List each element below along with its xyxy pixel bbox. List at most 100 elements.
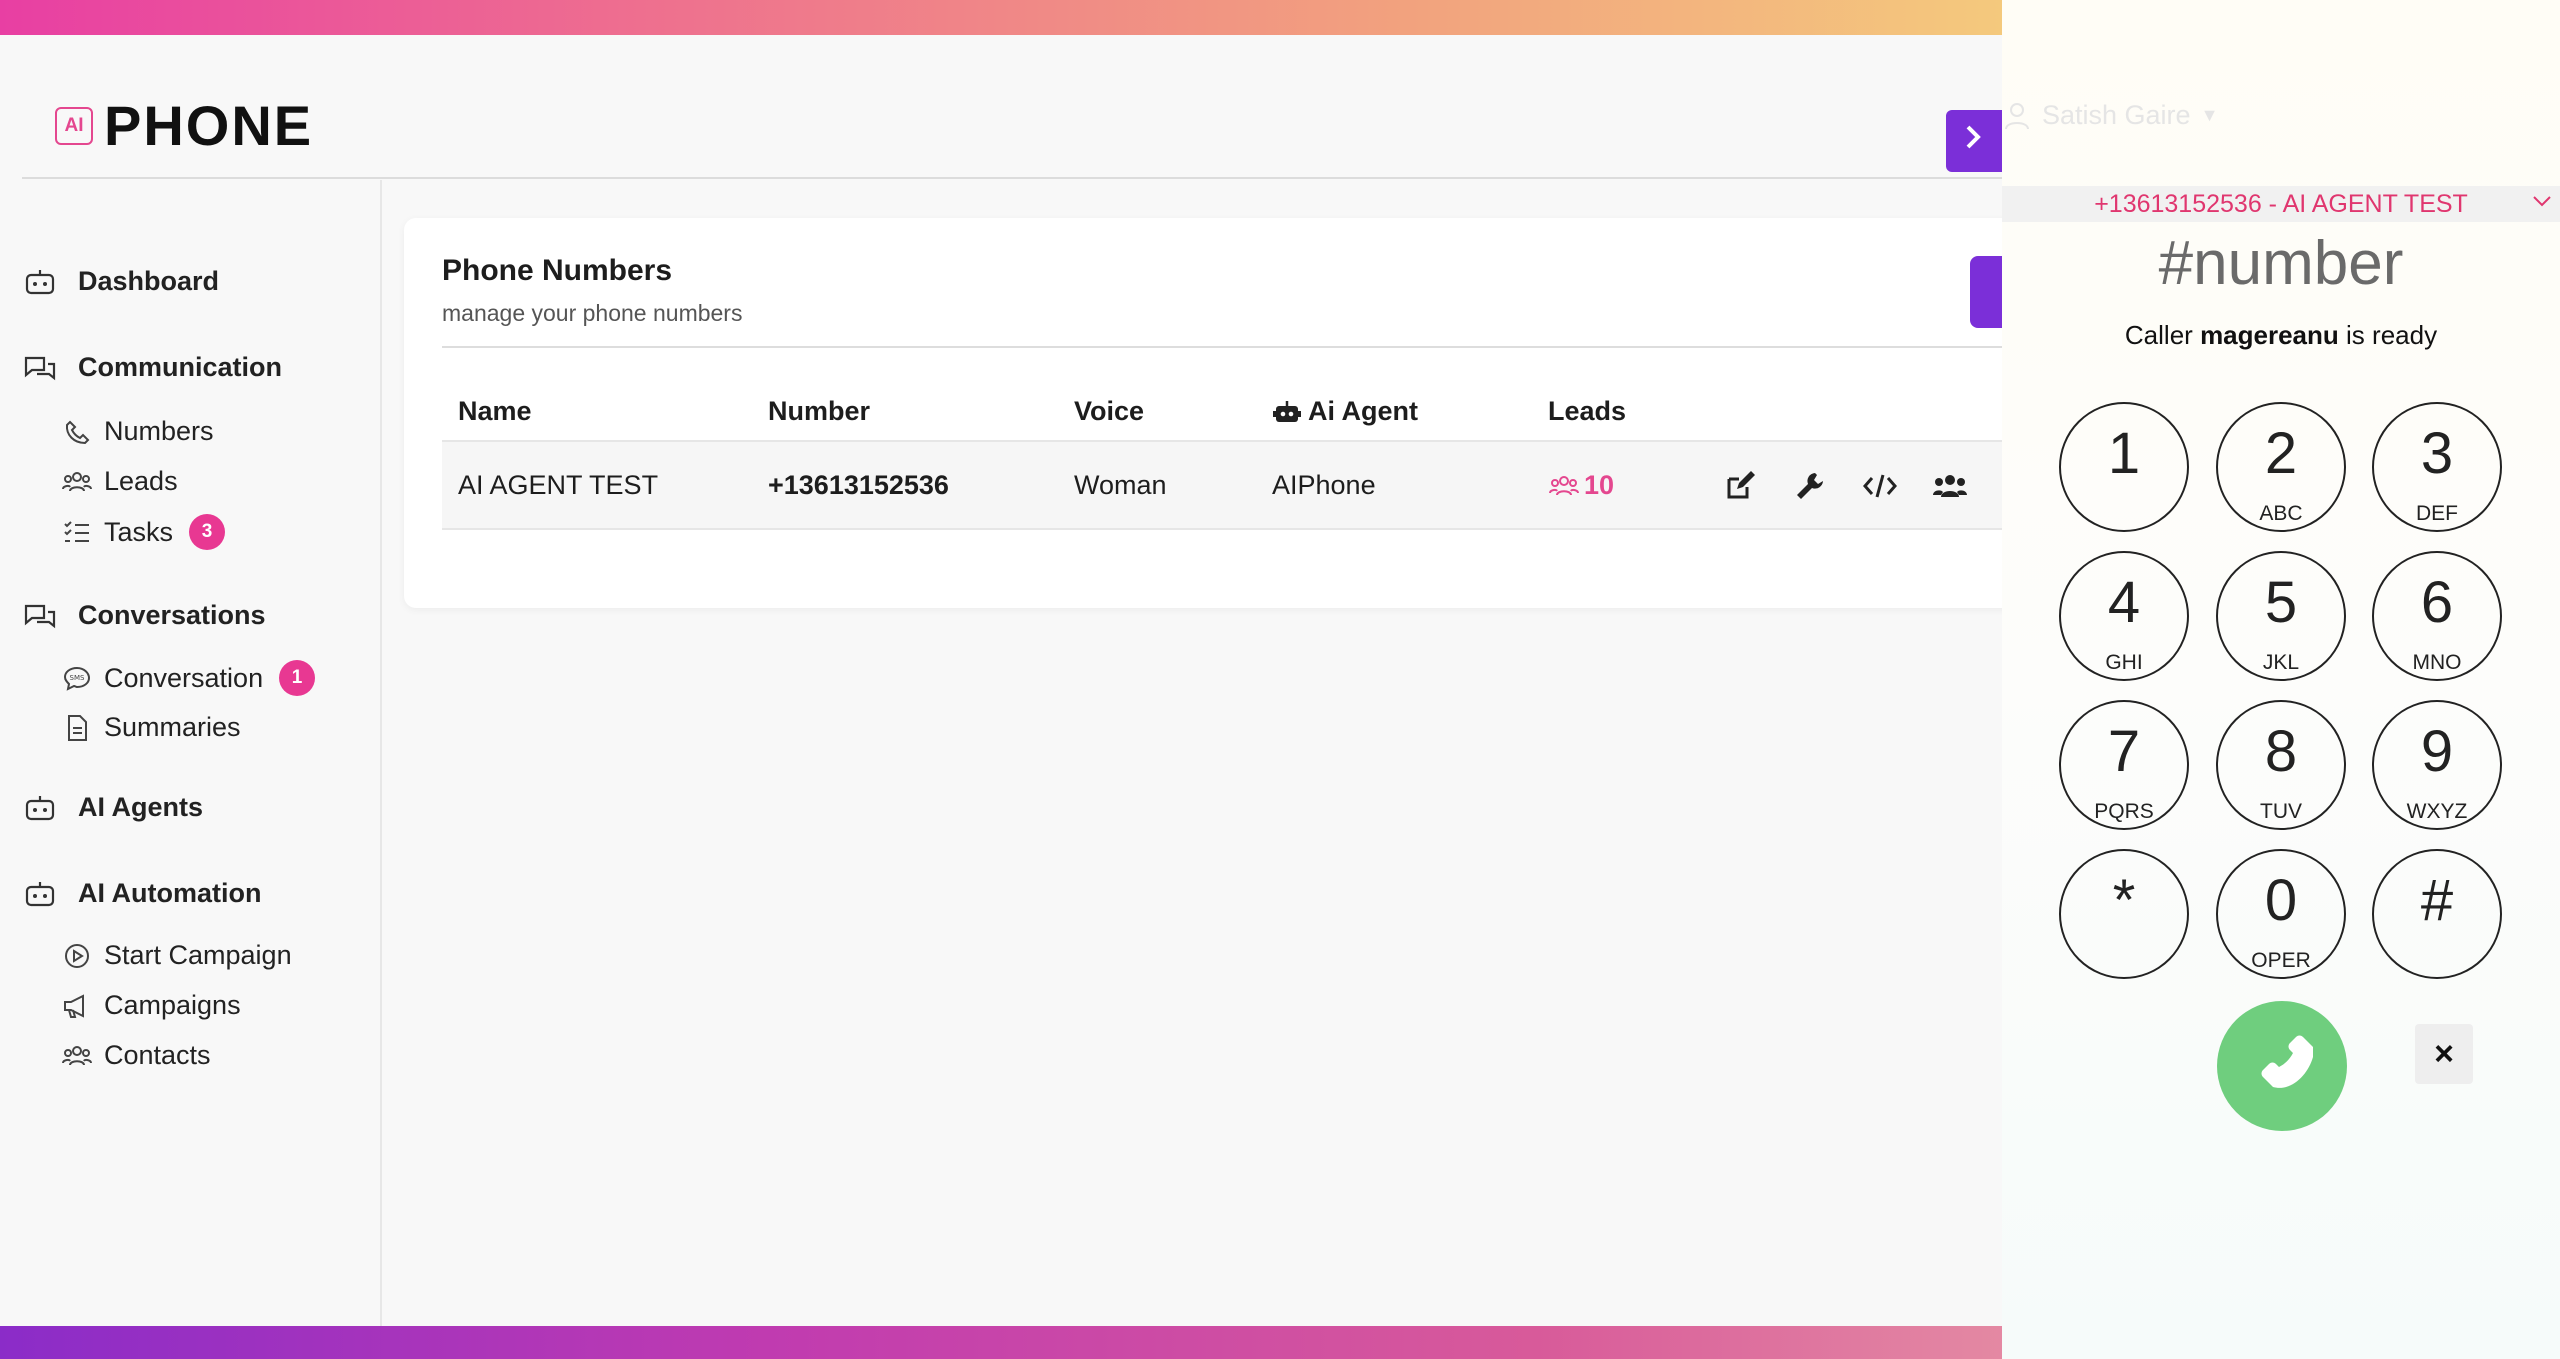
caller-name: magereanu — [2200, 320, 2339, 350]
add-number-button[interactable] — [1970, 256, 2002, 328]
key-5[interactable]: 5 JKL — [2216, 551, 2346, 681]
key-digit: 2 — [2264, 421, 2298, 486]
cell-name: AI AGENT TEST — [458, 470, 659, 500]
sidebar-item-campaigns[interactable]: Campaigns — [62, 990, 241, 1021]
users-icon — [1548, 474, 1580, 498]
column-header-ai-agent[interactable]: Ai Agent — [1272, 396, 1418, 427]
sidebar-item-ai-agents[interactable]: AI Agents — [22, 792, 203, 823]
sidebar-label: Campaigns — [104, 990, 241, 1020]
key-digit: 9 — [2420, 719, 2454, 784]
column-header-number[interactable]: Number — [768, 396, 870, 427]
key-8[interactable]: 8 TUV — [2216, 700, 2346, 830]
sidebar-item-leads[interactable]: Leads — [62, 466, 178, 497]
chat-icon — [22, 354, 58, 382]
column-header-label: Ai Agent — [1308, 396, 1418, 426]
robot-icon — [1272, 399, 1302, 425]
key-digit: 8 — [2264, 719, 2298, 784]
key-2[interactable]: 2 ABC — [2216, 402, 2346, 532]
key-9[interactable]: 9 WXYZ — [2372, 700, 2502, 830]
user-name: Satish Gaire — [2042, 100, 2191, 130]
code-icon[interactable] — [1862, 468, 1898, 504]
app-window: AI PHONE Dashboard Communication Numbers — [0, 35, 2002, 1326]
user-menu[interactable]: Satish Gaire ▼ — [2004, 100, 2218, 131]
sidebar-item-conversation[interactable]: SMS Conversation 1 — [62, 660, 316, 696]
conversation-count-badge: 1 — [279, 660, 316, 696]
document-icon — [62, 714, 92, 742]
robot-icon — [22, 267, 58, 297]
key-letters: MNO — [2412, 651, 2462, 674]
phone-numbers-card: Phone Numbers manage your phone numbers … — [404, 218, 2002, 608]
key-digit: 7 — [2107, 719, 2141, 784]
robot-icon — [22, 793, 58, 823]
sidebar-label: Conversation — [104, 662, 264, 693]
dial-number-input[interactable]: #number — [2002, 228, 2560, 299]
app-logo[interactable]: AI PHONE — [48, 93, 313, 158]
key-digit: 1 — [2107, 421, 2141, 486]
sidebar-item-tasks[interactable]: Tasks 3 — [62, 514, 226, 550]
megaphone-icon — [62, 993, 92, 1019]
sidebar-item-numbers[interactable]: Numbers — [62, 416, 214, 447]
key-digit: # — [2420, 868, 2454, 933]
column-header-name[interactable]: Name — [458, 396, 532, 427]
leads-count: 10 — [1584, 470, 1615, 500]
user-icon — [2004, 102, 2030, 130]
call-button[interactable] — [2217, 1001, 2347, 1131]
sidebar-label: AI Agents — [78, 792, 204, 822]
clear-button[interactable]: × — [2415, 1024, 2473, 1084]
cell-ai-agent: AIPhone — [1272, 470, 1376, 500]
key-7[interactable]: 7 PQRS — [2059, 700, 2189, 830]
sidebar-item-contacts[interactable]: Contacts — [62, 1040, 211, 1071]
checklist-icon — [62, 520, 92, 544]
chevron-right-icon — [1963, 123, 1985, 159]
key-1[interactable]: 1 — [2059, 402, 2189, 532]
users-group-icon[interactable] — [1932, 468, 1968, 504]
key-digit: * — [2112, 868, 2136, 933]
key-digit: 6 — [2420, 570, 2454, 635]
column-header-voice[interactable]: Voice — [1074, 396, 1144, 427]
page-subtitle: manage your phone numbers — [442, 300, 743, 326]
key-hash[interactable]: # — [2372, 849, 2502, 979]
logo-text: PHONE — [104, 94, 314, 157]
caller-id-select[interactable]: +13613152536 - AI AGENT TEST — [2002, 186, 2560, 222]
key-digit: 3 — [2420, 421, 2454, 486]
sms-icon: SMS — [62, 665, 92, 691]
header-divider — [22, 177, 2002, 179]
key-digit: 0 — [2264, 868, 2298, 933]
key-letters: ABC — [2259, 502, 2303, 525]
sidebar-section-communication[interactable]: Communication — [22, 352, 282, 383]
svg-text:SMS: SMS — [70, 674, 85, 682]
edit-icon[interactable] — [1722, 468, 1758, 504]
key-letters: OPER — [2251, 949, 2311, 972]
collapse-panel-button[interactable] — [1946, 110, 2002, 172]
sidebar-item-summaries[interactable]: Summaries — [62, 712, 241, 743]
sidebar-label: Leads — [104, 466, 178, 496]
tasks-count-badge: 3 — [189, 514, 226, 550]
key-letters: GHI — [2105, 651, 2143, 674]
cell-leads-link[interactable]: 10 — [1548, 470, 1614, 501]
key-0[interactable]: 0 OPER — [2216, 849, 2346, 979]
sidebar-label: Tasks — [104, 516, 174, 547]
logo-badge-text: AI — [55, 106, 93, 145]
page-title: Phone Numbers — [442, 254, 673, 287]
column-header-leads[interactable]: Leads — [1548, 396, 1626, 427]
sidebar-label: Contacts — [104, 1040, 211, 1070]
sidebar-item-start-campaign[interactable]: Start Campaign — [62, 940, 292, 971]
key-letters: TUV — [2260, 800, 2302, 823]
sidebar-label: Conversations — [78, 600, 266, 630]
users-icon — [62, 470, 92, 494]
table-row: AI AGENT TEST +13613152536 Woman AIPhone… — [442, 442, 2002, 530]
sidebar: Dashboard Communication Numbers Leads Ta… — [0, 180, 382, 1326]
key-star[interactable]: * — [2059, 849, 2189, 979]
wrench-icon[interactable] — [1792, 468, 1828, 504]
status-prefix: Caller — [2124, 320, 2193, 350]
key-4[interactable]: 4 GHI — [2059, 551, 2189, 681]
status-suffix: is ready — [2346, 320, 2438, 350]
key-letters: PQRS — [2094, 800, 2154, 823]
key-6[interactable]: 6 MNO — [2372, 551, 2502, 681]
chat-icon — [22, 602, 58, 630]
sidebar-section-conversations[interactable]: Conversations — [22, 600, 266, 631]
sidebar-section-ai-automation[interactable]: AI Automation — [22, 878, 261, 909]
cell-number: +13613152536 — [768, 470, 949, 500]
sidebar-item-dashboard[interactable]: Dashboard — [22, 266, 219, 297]
key-3[interactable]: 3 DEF — [2372, 402, 2502, 532]
